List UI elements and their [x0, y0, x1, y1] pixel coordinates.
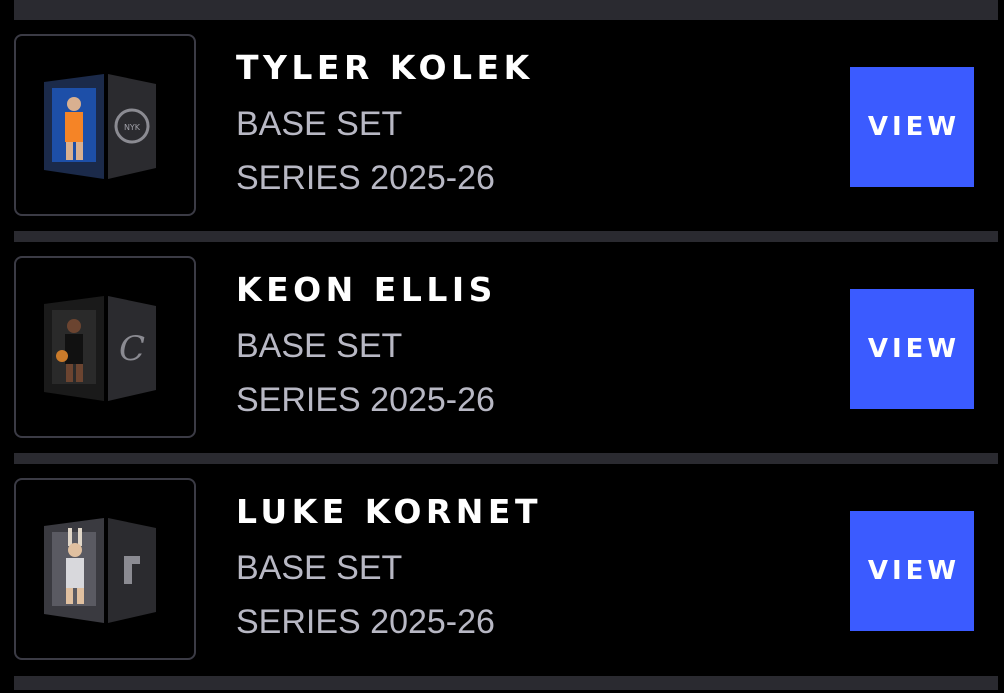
top-separator — [14, 0, 998, 20]
set-name: BASE SET — [236, 327, 403, 365]
series-name: SERIES 2025-26 — [236, 381, 495, 419]
row-separator — [14, 453, 998, 464]
player-name: KEON ELLIS — [236, 270, 497, 309]
row-separator — [14, 231, 998, 242]
card-cube-icon: NYK — [44, 74, 156, 179]
card-thumbnail[interactable] — [14, 478, 196, 660]
card-cube-icon: C — [44, 296, 156, 401]
card-list-item[interactable]: NYK TYLER KOLEK BASE SET SERIES 2025-26 … — [14, 22, 998, 216]
svg-text:NYK: NYK — [124, 123, 141, 132]
player-name: TYLER KOLEK — [236, 48, 534, 87]
card-thumbnail[interactable]: C — [14, 256, 196, 438]
view-button[interactable]: VIEW — [850, 67, 974, 187]
cavaliers-logo-icon: C — [119, 329, 145, 369]
series-name: SERIES 2025-26 — [236, 159, 495, 197]
set-name: BASE SET — [236, 549, 403, 587]
card-cube-icon — [44, 518, 156, 623]
player-name: LUKE KORNET — [236, 492, 542, 531]
row-separator — [14, 676, 998, 690]
set-name: BASE SET — [236, 105, 403, 143]
card-list-item[interactable]: C KEON ELLIS BASE SET SERIES 2025-26 VIE… — [14, 244, 998, 438]
series-name: SERIES 2025-26 — [236, 603, 495, 641]
card-thumbnail[interactable]: NYK — [14, 34, 196, 216]
view-button[interactable]: VIEW — [850, 511, 974, 631]
card-list-item[interactable]: LUKE KORNET BASE SET SERIES 2025-26 VIEW — [14, 466, 998, 660]
view-button[interactable]: VIEW — [850, 289, 974, 409]
